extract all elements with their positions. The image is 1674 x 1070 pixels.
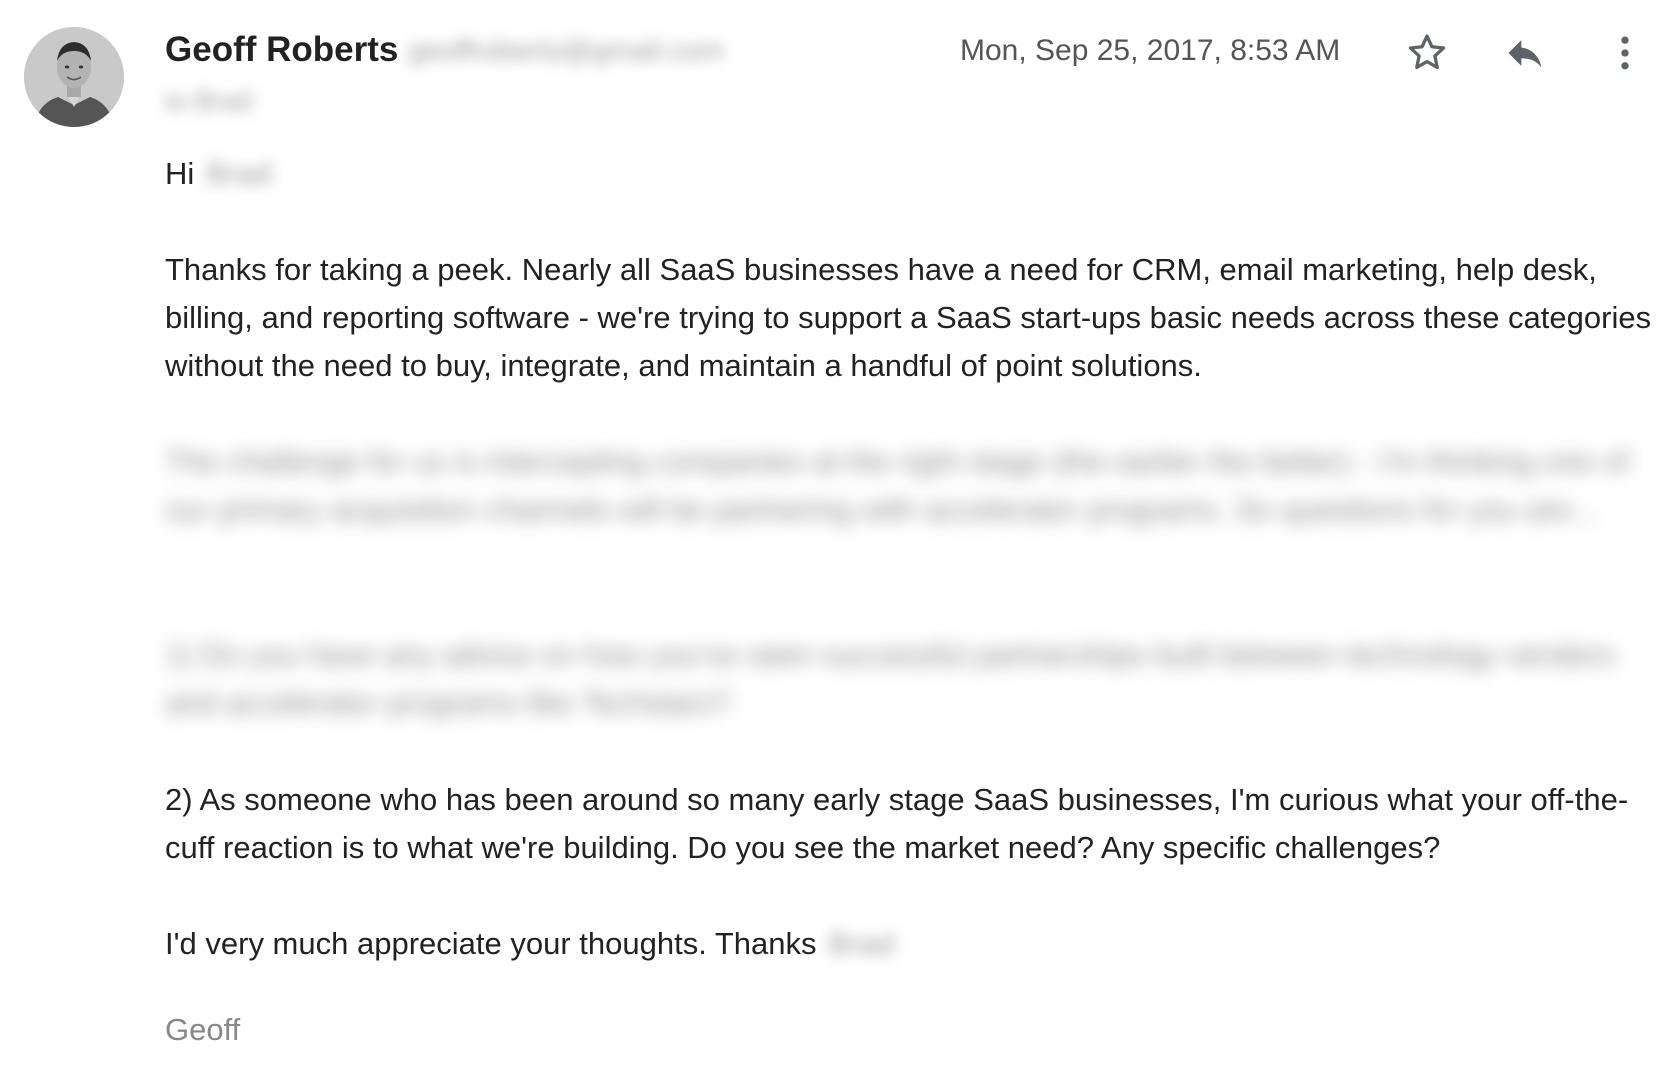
body-paragraph-1: Thanks for taking a peek. Nearly all Saa… — [165, 252, 1652, 383]
sender-email: geoffroberts@gmail.com — [408, 35, 724, 67]
email-message: Geoff Roberts geoffroberts@gmail.com to … — [0, 0, 1674, 1070]
signature: Geoff — [165, 1012, 241, 1047]
message-timestamp: Mon, Sep 25, 2017, 8:53 AM — [960, 34, 1341, 67]
body-paragraph-4: 2) As someone who has been around so man… — [165, 782, 1629, 865]
more-vertical-icon — [1621, 36, 1629, 70]
greeting-text: Hi — [165, 156, 195, 191]
sender-name: Geoff Roberts — [165, 30, 399, 69]
greeting-line: Hi Brad — [165, 150, 1655, 198]
body-paragraph-2-redacted: The challenge for us is intercepting com… — [165, 444, 1629, 527]
more-options-button[interactable] — [1600, 28, 1650, 78]
reply-icon — [1508, 40, 1542, 68]
reply-button[interactable] — [1500, 28, 1550, 78]
closing-recipient-name: Brad — [828, 926, 895, 961]
closing-text: I'd very much appreciate your thoughts. … — [165, 926, 817, 961]
avatar-photo — [24, 27, 124, 127]
star-button[interactable] — [1402, 28, 1452, 78]
recipient-line[interactable]: to Brad — [165, 86, 252, 117]
greeting-recipient-name: Brad — [206, 156, 272, 191]
star-outline-icon — [1408, 34, 1446, 70]
sender-avatar[interactable] — [24, 27, 124, 127]
closing-line: I'd very much appreciate your thoughts. … — [165, 920, 1655, 968]
body-paragraph-3-redacted: 1) Do you have any advice on how you've … — [165, 637, 1616, 720]
